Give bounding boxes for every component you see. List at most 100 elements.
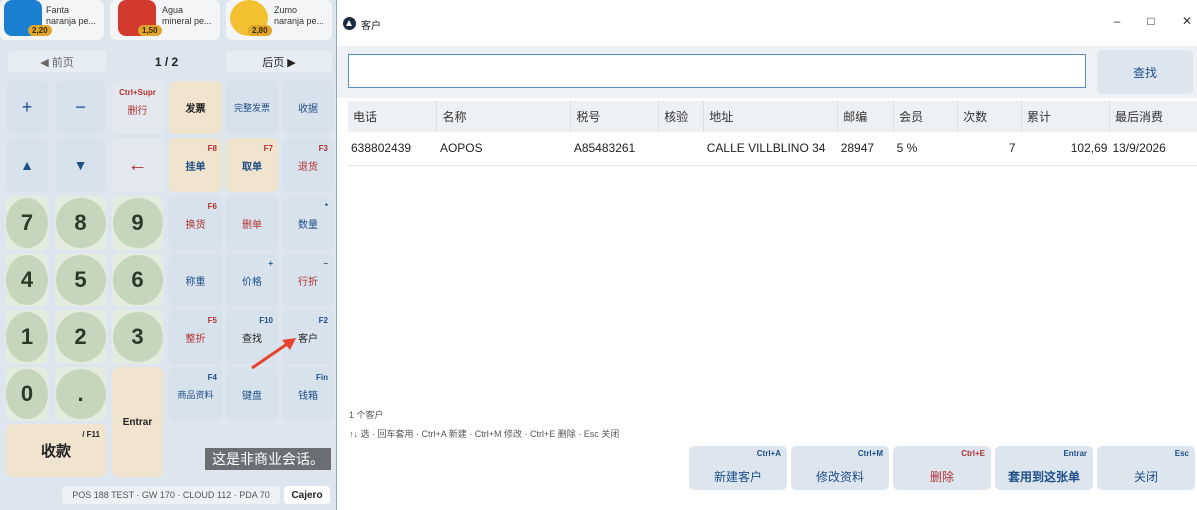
column-header[interactable]: 邮编 bbox=[837, 101, 895, 132]
key-label: 收款 bbox=[40, 443, 71, 460]
new-customer-button[interactable]: Ctrl+A 新建客户 bbox=[689, 446, 787, 490]
maximize-button[interactable]: □ bbox=[1141, 14, 1161, 32]
screen: Fanta naranja pe... 2,20 Agua mineral pe… bbox=[0, 0, 1197, 510]
shortcut-label: Ctrl+Supr bbox=[119, 88, 156, 97]
retrieve-key[interactable]: F7 取单 bbox=[226, 138, 278, 192]
shortcut-label: Ctrl+E bbox=[961, 449, 985, 458]
full-invoice-key[interactable]: 完整发票 bbox=[226, 81, 278, 134]
delete-customer-button[interactable]: Ctrl+E 删除 bbox=[893, 446, 991, 490]
quantity-key[interactable]: * 数量 bbox=[283, 196, 333, 250]
app-logo-icon bbox=[343, 17, 356, 30]
price-key[interactable]: + 价格 bbox=[226, 253, 278, 307]
delete-ticket-key[interactable]: 删单 bbox=[226, 196, 278, 250]
delete-line-key[interactable]: Ctrl+Supr 删行 bbox=[112, 81, 163, 134]
keyboard-key[interactable]: 键盘 bbox=[226, 367, 278, 421]
button-label: 修改资料 bbox=[815, 470, 864, 484]
page-indicator: 1 / 2 bbox=[154, 54, 179, 69]
customer-count: 1 个客户 bbox=[349, 410, 384, 420]
enter-key[interactable]: Entrar bbox=[112, 367, 163, 477]
cell-member: 5 % bbox=[893, 132, 958, 166]
digit-3-key[interactable]: 3 bbox=[112, 310, 163, 364]
pay-button[interactable]: / F11 收款 bbox=[6, 424, 106, 477]
product-tile-agua[interactable]: Agua mineral pe... 1,50 bbox=[110, 0, 220, 40]
next-page-button[interactable]: 后页 ▶ bbox=[226, 51, 332, 72]
edit-customer-button[interactable]: Ctrl+M 修改资料 bbox=[791, 446, 889, 490]
shortcut-label: F6 bbox=[207, 202, 217, 211]
total-discount-key[interactable]: F5 整折 bbox=[169, 310, 222, 364]
digit-1-key[interactable]: 1 bbox=[6, 310, 48, 364]
window-title: 客户 bbox=[361, 21, 381, 32]
column-header[interactable]: 电话 bbox=[348, 101, 438, 132]
digit-label: 6 bbox=[112, 255, 163, 305]
cell-verified bbox=[658, 132, 704, 166]
shortcut-label: Esc bbox=[1174, 449, 1189, 458]
digit-2-key[interactable]: 2 bbox=[55, 310, 106, 364]
shortcut-label: F4 bbox=[207, 373, 217, 382]
key-label: 退货 bbox=[298, 161, 318, 173]
digit-0-key[interactable]: 0 bbox=[6, 367, 48, 421]
close-button[interactable]: Esc 关闭 bbox=[1097, 446, 1195, 490]
backspace-key[interactable]: ← bbox=[112, 138, 163, 192]
receipt-key[interactable]: 收据 bbox=[283, 81, 333, 134]
close-window-button[interactable]: ✕ bbox=[1177, 14, 1197, 32]
shortcut-label: / F11 bbox=[82, 430, 100, 439]
shortcut-label: Ctrl+M bbox=[857, 449, 883, 458]
button-label: 删除 bbox=[929, 470, 954, 484]
cell-phone: 638802439 bbox=[348, 132, 437, 166]
key-label: 行折 bbox=[298, 276, 318, 288]
key-label: 换货 bbox=[185, 219, 206, 231]
search-input[interactable] bbox=[348, 54, 1086, 88]
digit-label: 9 bbox=[112, 198, 163, 248]
key-label: 客户 bbox=[298, 333, 318, 345]
invoice-key[interactable]: 发票 bbox=[169, 81, 222, 134]
backspace-icon: ← bbox=[127, 153, 148, 176]
up-arrow-icon: ▲ bbox=[20, 157, 34, 173]
cash-drawer-key[interactable]: Fin 钱箱 bbox=[283, 367, 333, 421]
decimal-point-key[interactable]: . bbox=[55, 367, 106, 421]
cashier-button[interactable]: Cajero bbox=[284, 486, 330, 504]
column-header[interactable]: 最后消费 bbox=[1109, 101, 1197, 132]
column-header[interactable]: 地址 bbox=[703, 101, 839, 132]
exchange-key[interactable]: F6 换货 bbox=[169, 196, 222, 250]
plus-key[interactable]: + bbox=[6, 81, 48, 134]
column-header[interactable]: 名称 bbox=[436, 101, 572, 132]
digit-7-key[interactable]: 7 bbox=[6, 196, 48, 250]
shortcut-label: Entrar bbox=[1063, 449, 1087, 458]
product-tile-fanta[interactable]: Fanta naranja pe... 2,20 bbox=[0, 0, 104, 40]
shortcut-label: F3 bbox=[318, 144, 328, 153]
weigh-key[interactable]: 称重 bbox=[169, 253, 222, 307]
product-price-badge: 1,50 bbox=[138, 25, 162, 36]
arrow-down-key[interactable]: ▼ bbox=[55, 138, 106, 192]
arrow-up-key[interactable]: ▲ bbox=[6, 138, 48, 192]
column-header[interactable]: 累计 bbox=[1021, 101, 1110, 132]
digit-9-key[interactable]: 9 bbox=[112, 196, 163, 250]
prev-page-button[interactable]: ◀ 前页 bbox=[8, 51, 106, 72]
digit-5-key[interactable]: 5 bbox=[55, 253, 106, 307]
apply-to-ticket-button[interactable]: Entrar 套用到这张单 bbox=[995, 446, 1093, 490]
digit-label: 4 bbox=[6, 255, 48, 305]
button-label: 关闭 bbox=[1133, 470, 1158, 484]
return-key[interactable]: F3 退货 bbox=[283, 138, 333, 192]
key-label: 删行 bbox=[127, 106, 148, 117]
search-button[interactable]: 查找 bbox=[1097, 50, 1193, 94]
minimize-button[interactable]: – bbox=[1107, 14, 1127, 32]
hold-key[interactable]: F8 挂单 bbox=[169, 138, 222, 192]
column-header[interactable]: 次数 bbox=[957, 101, 1023, 132]
shortcut-label: + bbox=[268, 259, 273, 268]
shortcut-label: F7 bbox=[263, 144, 273, 153]
digit-6-key[interactable]: 6 bbox=[112, 253, 163, 307]
minus-key[interactable]: − bbox=[55, 81, 106, 134]
table-row[interactable]: 638802439 AOPOS A85483261 CALLE VILLBLIN… bbox=[348, 132, 1197, 166]
digit-4-key[interactable]: 4 bbox=[6, 253, 48, 307]
column-header[interactable]: 会员 bbox=[893, 101, 959, 132]
digit-label: 0 bbox=[6, 369, 48, 419]
product-data-key[interactable]: F4 商品资料 bbox=[169, 367, 222, 421]
product-tile-zumo[interactable]: Zumo naranja pe... 2,80 bbox=[226, 0, 332, 40]
digit-label: 8 bbox=[55, 198, 106, 248]
line-discount-key[interactable]: − 行折 bbox=[283, 253, 333, 307]
product-price-badge: 2,20 bbox=[28, 25, 52, 36]
customer-window: 客户 – □ ✕ 查找 电话 名称 税号 核验 地址 邮编 会员 次数 累计 最… bbox=[336, 0, 1197, 510]
digit-8-key[interactable]: 8 bbox=[55, 196, 106, 250]
column-header[interactable]: 核验 bbox=[658, 101, 705, 132]
column-header[interactable]: 税号 bbox=[570, 101, 660, 132]
